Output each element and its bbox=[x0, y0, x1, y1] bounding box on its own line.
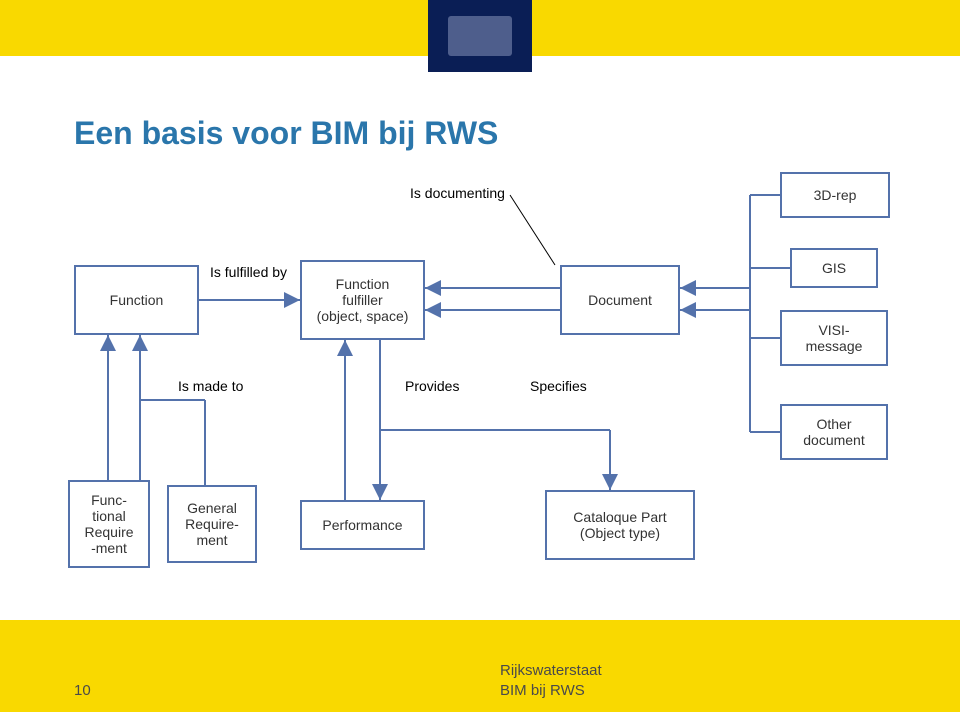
node-func-req-label: Func- tional Require -ment bbox=[76, 488, 142, 560]
footer-bar: 10 Rijkswaterstaat BIM bij RWS bbox=[0, 620, 960, 712]
crest-icon bbox=[448, 16, 512, 56]
node-visi-label: VISI- message bbox=[788, 318, 880, 358]
node-3d-rep: 3D-rep bbox=[780, 172, 890, 218]
node-performance-label: Performance bbox=[308, 508, 417, 542]
node-other-document: Other document bbox=[780, 404, 888, 460]
node-catalogue-part: Cataloque Part (Object type) bbox=[545, 490, 695, 560]
edge-specifies: Specifies bbox=[530, 378, 587, 394]
node-3d-rep-label: 3D-rep bbox=[788, 180, 882, 210]
node-visi-message: VISI- message bbox=[780, 310, 888, 366]
node-function: Function bbox=[74, 265, 199, 335]
node-fulfiller-label: Function fulfiller (object, space) bbox=[308, 268, 417, 332]
node-performance: Performance bbox=[300, 500, 425, 550]
node-other-document-label: Other document bbox=[788, 412, 880, 452]
edge-is-documenting: Is documenting bbox=[410, 185, 505, 201]
node-catpart-label: Cataloque Part (Object type) bbox=[553, 498, 687, 552]
node-fulfiller: Function fulfiller (object, space) bbox=[300, 260, 425, 340]
page-number: 10 bbox=[74, 682, 91, 699]
edge-is-made-to: Is made to bbox=[178, 378, 243, 394]
logo-ribbon bbox=[428, 0, 532, 72]
footer-subtitle: BIM bij RWS bbox=[500, 682, 585, 699]
node-general-requirement: General Require- ment bbox=[167, 485, 257, 563]
node-document: Document bbox=[560, 265, 680, 335]
node-gen-req-label: General Require- ment bbox=[175, 493, 249, 555]
node-functional-requirement: Func- tional Require -ment bbox=[68, 480, 150, 568]
edge-provides: Provides bbox=[405, 378, 459, 394]
node-document-label: Document bbox=[568, 273, 672, 327]
edge-is-fulfilled-by: Is fulfilled by bbox=[210, 264, 287, 280]
node-function-label: Function bbox=[82, 273, 191, 327]
node-gis-label: GIS bbox=[798, 256, 870, 280]
footer-org: Rijkswaterstaat bbox=[500, 662, 602, 679]
node-gis: GIS bbox=[790, 248, 878, 288]
page-title: Een basis voor BIM bij RWS bbox=[74, 115, 498, 152]
